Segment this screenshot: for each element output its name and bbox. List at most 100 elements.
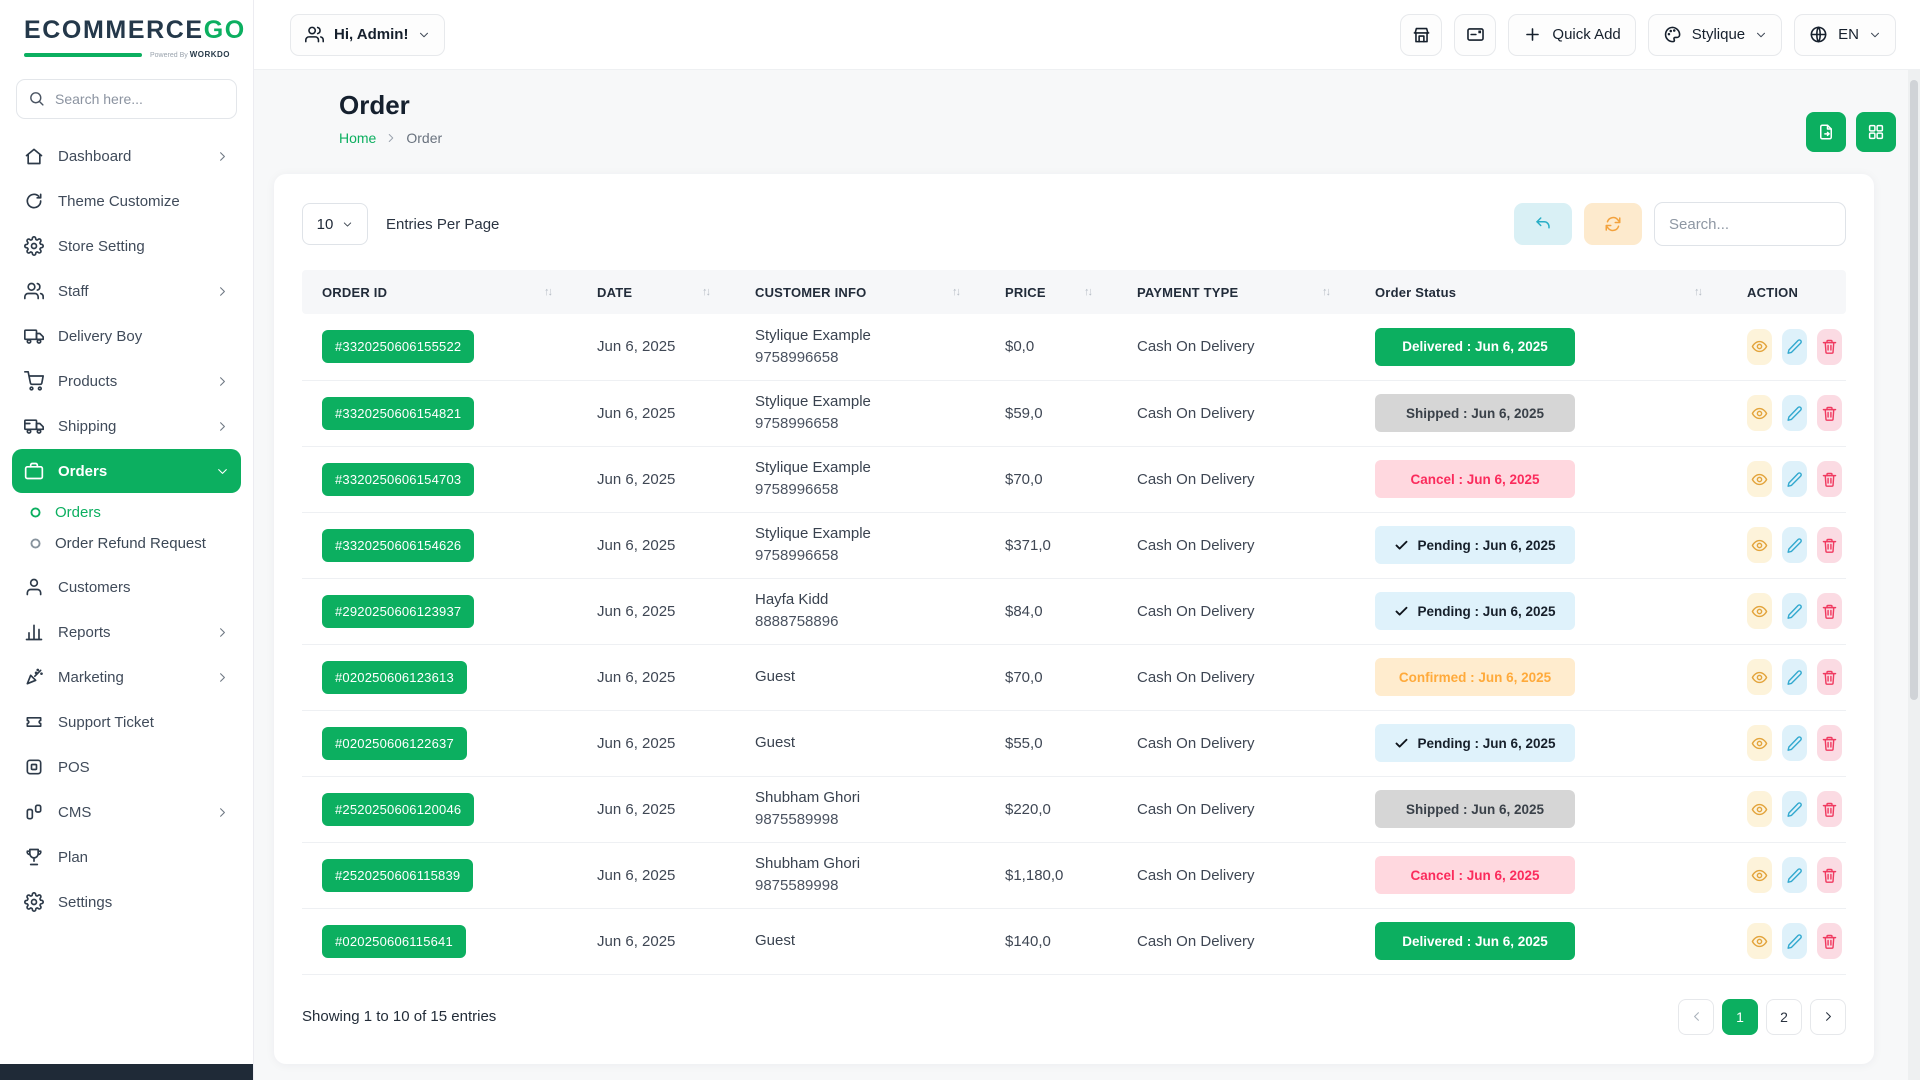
col-price[interactable]: PRICE↑↓: [995, 270, 1127, 314]
undo-button[interactable]: [1514, 203, 1572, 245]
col-date[interactable]: DATE↑↓: [587, 270, 745, 314]
order-id-badge[interactable]: #2520250606115839: [322, 859, 473, 892]
order-edit-button[interactable]: [1782, 659, 1807, 695]
order-edit-button[interactable]: [1782, 725, 1807, 761]
sort-icon[interactable]: ↑↓: [544, 286, 551, 298]
sidebar-item-settings[interactable]: Settings: [12, 880, 241, 924]
sidebar-item-dashboard[interactable]: Dashboard: [12, 134, 241, 178]
sidebar-item-staff[interactable]: Staff: [12, 269, 241, 313]
order-id-badge[interactable]: #020250606122637: [322, 727, 467, 760]
order-delete-button[interactable]: [1817, 923, 1842, 959]
sidebar-item-support-ticket[interactable]: Support Ticket: [12, 700, 241, 744]
page-button-1[interactable]: 1: [1722, 999, 1758, 1035]
order-view-button[interactable]: [1747, 461, 1772, 497]
sidebar-item-store-setting[interactable]: Store Setting: [12, 224, 241, 268]
order-id-badge[interactable]: #3320250606154626: [322, 529, 474, 562]
order-date: Jun 6, 2025: [587, 380, 745, 446]
language-switcher-button[interactable]: EN: [1794, 14, 1896, 56]
order-delete-button[interactable]: [1817, 329, 1842, 365]
quick-add-button[interactable]: Quick Add: [1508, 14, 1635, 56]
sidebar-item-customers[interactable]: Customers: [12, 565, 241, 609]
col-customer-info[interactable]: CUSTOMER INFO↑↓: [745, 270, 995, 314]
col-payment-type[interactable]: PAYMENT TYPE↑↓: [1127, 270, 1365, 314]
order-view-button[interactable]: [1747, 725, 1772, 761]
order-view-button[interactable]: [1747, 395, 1772, 431]
order-edit-button[interactable]: [1782, 329, 1807, 365]
breadcrumb-home-link[interactable]: Home: [339, 130, 376, 146]
store-switcher-button[interactable]: Stylique: [1648, 14, 1782, 56]
prev-page-button[interactable]: [1678, 999, 1714, 1035]
next-page-button[interactable]: [1810, 999, 1846, 1035]
order-id-badge[interactable]: #3320250606154821: [322, 397, 474, 430]
sidebar-sub-item-order-refund-request[interactable]: Order Refund Request: [12, 528, 241, 559]
sidebar-sub-item-orders[interactable]: Orders: [12, 497, 241, 528]
refresh-button[interactable]: [1584, 203, 1642, 245]
sort-icon[interactable]: ↑↓: [702, 286, 709, 298]
pencil-icon: [1786, 603, 1803, 620]
app-logo[interactable]: ECOMMERCEGO Powered By WORKDO: [0, 0, 253, 65]
home-icon: [24, 146, 44, 166]
admin-menu-button[interactable]: Hi, Admin!: [290, 14, 445, 56]
sidebar-item-cms[interactable]: CMS: [12, 790, 241, 834]
entries-per-page-select[interactable]: 10: [302, 203, 368, 245]
export-button[interactable]: [1806, 112, 1846, 152]
order-edit-button[interactable]: [1782, 791, 1807, 827]
sidebar-item-pos[interactable]: POS: [12, 745, 241, 789]
order-delete-button[interactable]: [1817, 659, 1842, 695]
logo-underline: [24, 53, 142, 57]
order-view-button[interactable]: [1747, 923, 1772, 959]
sidebar-search-input[interactable]: [16, 79, 237, 119]
customer-phone: 9758996658: [755, 413, 985, 435]
order-id-badge[interactable]: #2520250606120046: [322, 793, 474, 826]
scrollbar-thumb[interactable]: [1910, 80, 1918, 700]
order-view-button[interactable]: [1747, 329, 1772, 365]
sidebar-item-reports[interactable]: Reports: [12, 610, 241, 654]
order-edit-button[interactable]: [1782, 923, 1807, 959]
order-view-button[interactable]: [1747, 857, 1772, 893]
table-header-row: ORDER ID↑↓ DATE↑↓ CUSTOMER INFO↑↓ PRICE↑…: [302, 270, 1846, 314]
order-edit-button[interactable]: [1782, 857, 1807, 893]
order-id-badge[interactable]: #020250606115641: [322, 925, 466, 958]
order-view-button[interactable]: [1747, 659, 1772, 695]
sidebar-item-products[interactable]: Products: [12, 359, 241, 403]
order-delete-button[interactable]: [1817, 527, 1842, 563]
sidebar-item-orders[interactable]: Orders: [12, 449, 241, 493]
order-delete-button[interactable]: [1817, 461, 1842, 497]
sidebar-item-shipping[interactable]: Shipping: [12, 404, 241, 448]
order-id-badge[interactable]: #020250606123613: [322, 661, 467, 694]
entries-value: 10: [317, 216, 334, 233]
sidebar-item-delivery-boy[interactable]: Delivery Boy: [12, 314, 241, 358]
table-search-input[interactable]: [1654, 202, 1846, 246]
page-button-2[interactable]: 2: [1766, 999, 1802, 1035]
trash-icon: [1821, 405, 1838, 422]
storefront-button[interactable]: [1400, 14, 1442, 56]
order-id-badge[interactable]: #2920250606123937: [322, 595, 474, 628]
order-id-badge[interactable]: #3320250606154703: [322, 463, 474, 496]
sort-icon[interactable]: ↑↓: [1322, 286, 1329, 298]
order-delete-button[interactable]: [1817, 395, 1842, 431]
order-edit-button[interactable]: [1782, 593, 1807, 629]
window-scrollbar[interactable]: [1908, 70, 1920, 1080]
order-edit-button[interactable]: [1782, 527, 1807, 563]
sidebar-item-theme-customize[interactable]: Theme Customize: [12, 179, 241, 223]
order-delete-button[interactable]: [1817, 857, 1842, 893]
sidebar-item-plan[interactable]: Plan: [12, 835, 241, 879]
order-edit-button[interactable]: [1782, 461, 1807, 497]
pencil-icon: [1786, 669, 1803, 686]
order-edit-button[interactable]: [1782, 395, 1807, 431]
col-order-status[interactable]: Order Status↑↓: [1365, 270, 1737, 314]
order-delete-button[interactable]: [1817, 593, 1842, 629]
order-id-badge[interactable]: #3320250606155522: [322, 330, 474, 363]
col-order-id[interactable]: ORDER ID↑↓: [302, 270, 587, 314]
order-delete-button[interactable]: [1817, 791, 1842, 827]
sidebar-item-marketing[interactable]: Marketing: [12, 655, 241, 699]
grid-view-button[interactable]: [1856, 112, 1896, 152]
email-templates-button[interactable]: [1454, 14, 1496, 56]
sort-icon[interactable]: ↑↓: [1694, 286, 1701, 298]
order-view-button[interactable]: [1747, 593, 1772, 629]
order-delete-button[interactable]: [1817, 725, 1842, 761]
sort-icon[interactable]: ↑↓: [952, 286, 959, 298]
order-view-button[interactable]: [1747, 791, 1772, 827]
order-view-button[interactable]: [1747, 527, 1772, 563]
sort-icon[interactable]: ↑↓: [1084, 286, 1091, 298]
